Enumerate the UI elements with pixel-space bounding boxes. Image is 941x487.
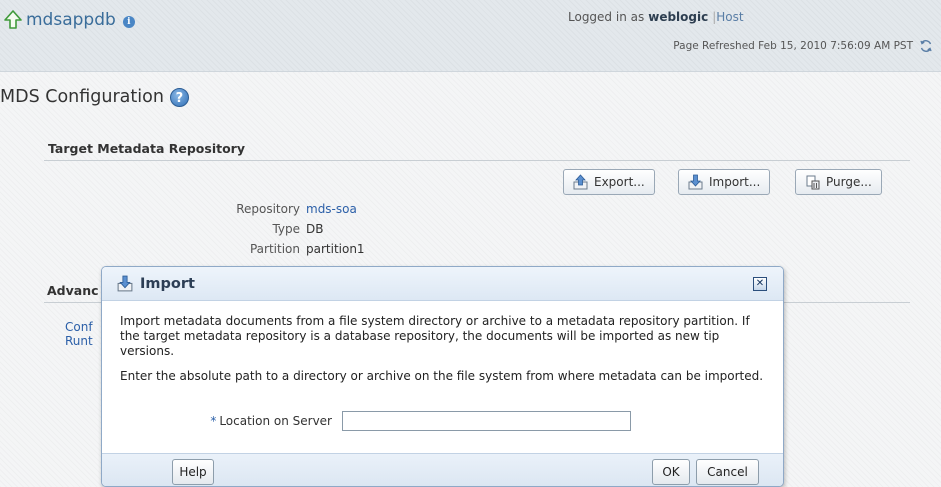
login-info: Logged in as weblogic |Host (568, 10, 744, 24)
import-icon (688, 174, 703, 189)
dialog-body: Import metadata documents from a file sy… (120, 314, 765, 394)
section-divider (44, 160, 910, 161)
dialog-titlebar[interactable]: Import ✕ (102, 267, 783, 301)
advanced-link-config[interactable]: Conf (65, 320, 93, 334)
location-field-row: * Location on Server (120, 411, 631, 431)
type-row: Type DB (0, 222, 323, 238)
logged-in-label: Logged in as (568, 10, 645, 24)
dialog-title-text: Import (140, 276, 195, 292)
repository-row: Repository mds-soa (0, 202, 357, 218)
username: weblogic (648, 10, 709, 24)
refresh-info: Page Refreshed Feb 15, 2010 7:56:09 AM P… (673, 39, 933, 53)
required-marker: * (210, 414, 217, 428)
close-icon[interactable]: ✕ (753, 277, 767, 291)
ok-button[interactable]: OK (652, 459, 690, 485)
advanced-link-runtime[interactable]: Runt (65, 334, 93, 348)
purge-button[interactable]: Purge... (795, 169, 882, 195)
purge-label: Purge... (826, 175, 872, 189)
export-label: Export... (594, 175, 645, 189)
app-name[interactable]: mdsappdb (26, 10, 116, 30)
page-title: MDS Configuration ? (0, 87, 189, 107)
dialog-instruction: Enter the absolute path to a directory o… (120, 369, 764, 383)
location-input[interactable] (342, 411, 631, 431)
page-refreshed-text: Page Refreshed Feb 15, 2010 7:56:09 AM P… (673, 40, 913, 52)
home-arrow-icon[interactable] (4, 10, 22, 30)
import-dialog: Import ✕ Import metadata documents from … (101, 266, 784, 487)
partition-value: partition1 (306, 242, 365, 256)
repository-label: Repository (236, 202, 300, 216)
page-title-text: MDS Configuration (0, 87, 164, 107)
dialog-title: Import (116, 275, 195, 293)
import-button[interactable]: Import... (678, 169, 771, 195)
export-icon (573, 173, 588, 189)
host-link[interactable]: Host (716, 10, 743, 24)
advanced-section-title: Advanc (47, 283, 99, 298)
repository-link[interactable]: mds-soa (306, 202, 357, 218)
info-icon[interactable]: i (122, 16, 135, 28)
import-icon (117, 275, 133, 292)
location-label: * Location on Server (120, 414, 342, 428)
target-repo-section-title: Target Metadata Repository (48, 141, 245, 156)
purge-icon (806, 175, 820, 189)
type-label: Type (272, 222, 300, 236)
export-button[interactable]: Export... (563, 169, 655, 195)
dialog-footer: Help OK Cancel (102, 453, 783, 486)
dialog-description: Import metadata documents from a file sy… (120, 314, 750, 358)
partition-row: Partition partition1 (0, 242, 365, 258)
type-value: DB (306, 222, 324, 236)
help-icon[interactable]: ? (169, 87, 189, 107)
refresh-icon[interactable] (919, 39, 933, 53)
help-button[interactable]: Help (172, 459, 214, 485)
app-title: mdsappdb i (4, 8, 135, 32)
partition-label: Partition (249, 242, 300, 256)
location-label-text: Location on Server (219, 414, 332, 428)
page-header: mdsappdb i Logged in as weblogic |Host Pag… (0, 0, 941, 72)
cancel-button[interactable]: Cancel (696, 459, 759, 485)
import-label: Import... (709, 175, 761, 189)
